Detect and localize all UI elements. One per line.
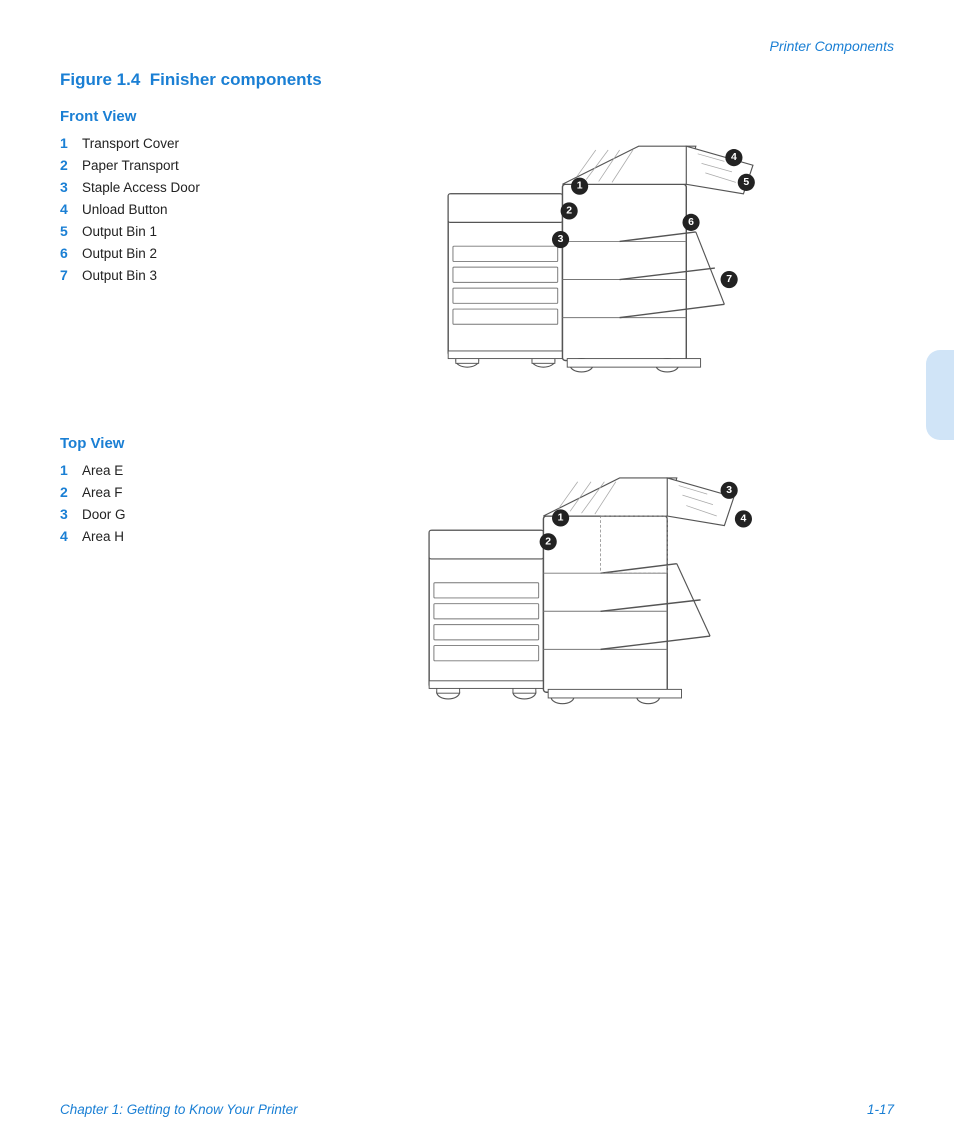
list-item: 7Output Bin 3 <box>60 267 230 283</box>
front-view-row: 1Transport Cover 2Paper Transport 3Stapl… <box>60 135 894 405</box>
list-item: 5Output Bin 1 <box>60 223 230 239</box>
front-view-diagram: 1 2 3 4 5 6 <box>250 135 894 405</box>
front-view-block: Front View 1Transport Cover 2Paper Trans… <box>60 108 894 405</box>
top-view-block: Top View 1Area E 2Area F 3Door G 4Area H <box>60 435 894 732</box>
list-item: 4Area H <box>60 528 230 544</box>
list-item: 6Output Bin 2 <box>60 245 230 261</box>
top-view-list: 1Area E 2Area F 3Door G 4Area H <box>60 462 230 550</box>
top-view-svg: 1 2 3 4 <box>372 462 772 732</box>
figure-label: Figure 1.4 <box>60 70 140 89</box>
front-view-list: 1Transport Cover 2Paper Transport 3Stapl… <box>60 135 230 289</box>
label-3-text: 3 <box>558 234 564 245</box>
list-item: 3Door G <box>60 506 230 522</box>
label-2-text: 2 <box>566 205 572 216</box>
label-t1-text: 1 <box>558 512 564 523</box>
top-view-row: 1Area E 2Area F 3Door G 4Area H <box>60 462 894 732</box>
label-1-text: 1 <box>577 181 583 192</box>
header-title: Printer Components <box>769 38 894 54</box>
list-item: 1Transport Cover <box>60 135 230 151</box>
list-item: 1Area E <box>60 462 230 478</box>
front-view-svg: 1 2 3 4 5 6 <box>372 135 772 405</box>
top-view-diagram: 1 2 3 4 <box>250 462 894 732</box>
side-tab-decoration <box>926 350 954 440</box>
label-6-text: 6 <box>688 217 694 228</box>
list-item: 2Area F <box>60 484 230 500</box>
list-item: 2Paper Transport <box>60 157 230 173</box>
label-t2-text: 2 <box>545 536 551 547</box>
label-t4-text: 4 <box>741 513 747 524</box>
label-5-text: 5 <box>743 177 749 188</box>
figure-heading: Finisher components <box>150 70 322 89</box>
top-view-title: Top View <box>60 435 894 452</box>
label-t3-text: 3 <box>726 485 732 496</box>
list-item: 3Staple Access Door <box>60 179 230 195</box>
page-container: Printer Components Figure 1.4 Finisher c… <box>0 0 954 1145</box>
figure-title: Figure 1.4 Finisher components <box>60 70 894 90</box>
front-view-title: Front View <box>60 108 894 125</box>
label-4-text: 4 <box>731 152 737 163</box>
footer-chapter: Chapter 1: Getting to Know Your Printer <box>60 1102 298 1117</box>
footer-page: 1-17 <box>867 1102 894 1117</box>
label-7-text: 7 <box>726 274 732 285</box>
list-item: 4Unload Button <box>60 201 230 217</box>
